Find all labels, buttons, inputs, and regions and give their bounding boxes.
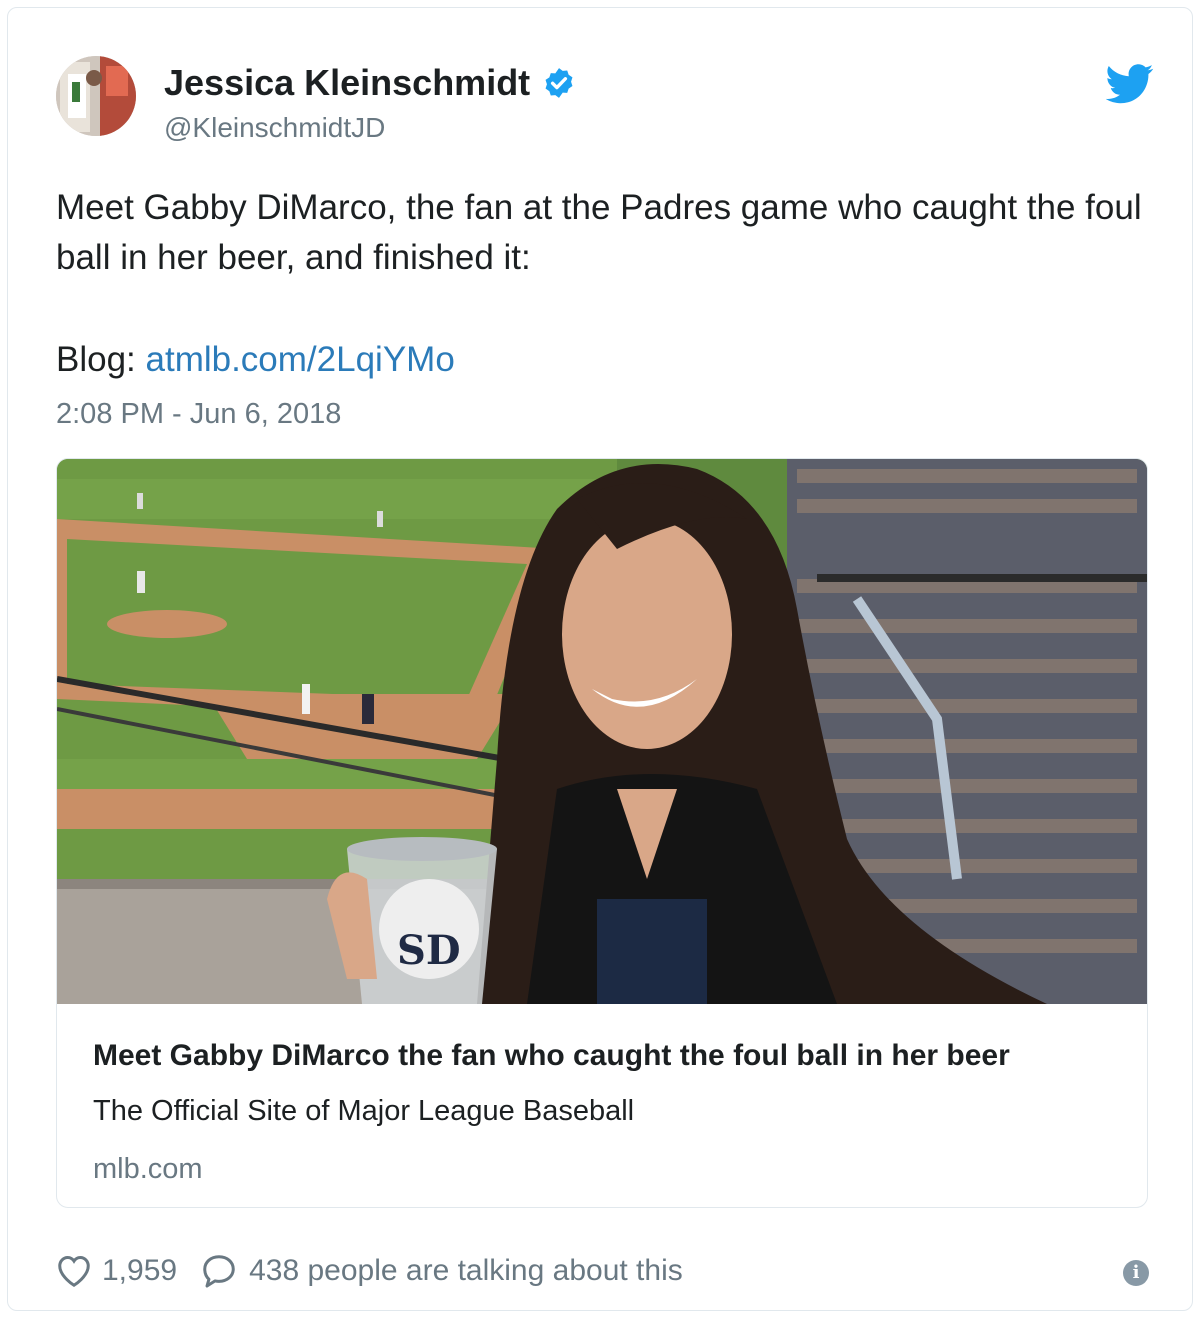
twitter-bird-icon[interactable] bbox=[1106, 64, 1154, 104]
link-card[interactable]: SD Meet Gabby DiMarco the fan who caught… bbox=[56, 458, 1148, 1208]
verified-badge-icon bbox=[545, 68, 573, 98]
card-domain: mlb.com bbox=[93, 1153, 203, 1185]
talking-count[interactable]: 438 people are talking about this bbox=[249, 1254, 683, 1288]
author-handle[interactable]: @KleinschmidtJD bbox=[164, 112, 385, 144]
tweet-timestamp[interactable]: 2:08 PM - Jun 6, 2018 bbox=[56, 398, 341, 431]
card-image: SD bbox=[57, 459, 1147, 1004]
tweet-embed: Jessica Kleinschmidt @KleinschmidtJD Mee… bbox=[7, 7, 1193, 1311]
heart-icon[interactable] bbox=[56, 1254, 92, 1288]
tweet-text: Meet Gabby DiMarco, the fan at the Padre… bbox=[56, 188, 1142, 277]
author-avatar[interactable] bbox=[56, 56, 136, 136]
blog-link[interactable]: atmlb.com/2LqiYMo bbox=[146, 340, 455, 379]
blog-prefix: Blog: bbox=[56, 340, 146, 379]
cup-logo-text: SD bbox=[397, 927, 461, 974]
card-title: Meet Gabby DiMarco the fan who caught th… bbox=[93, 1039, 1010, 1072]
speech-bubble-icon[interactable] bbox=[201, 1253, 237, 1289]
display-name-text: Jessica Kleinschmidt bbox=[164, 62, 531, 103]
author-display-name[interactable]: Jessica Kleinschmidt bbox=[164, 62, 576, 104]
avatar-image bbox=[56, 56, 136, 136]
info-icon[interactable]: i bbox=[1123, 1260, 1149, 1286]
card-description: The Official Site of Major League Baseba… bbox=[93, 1095, 635, 1127]
like-count[interactable]: 1,959 bbox=[102, 1254, 177, 1288]
tweet-actions: 1,959 438 people are talking about this bbox=[56, 1246, 683, 1296]
tweet-blog-line: Blog: atmlb.com/2LqiYMo bbox=[56, 340, 455, 380]
